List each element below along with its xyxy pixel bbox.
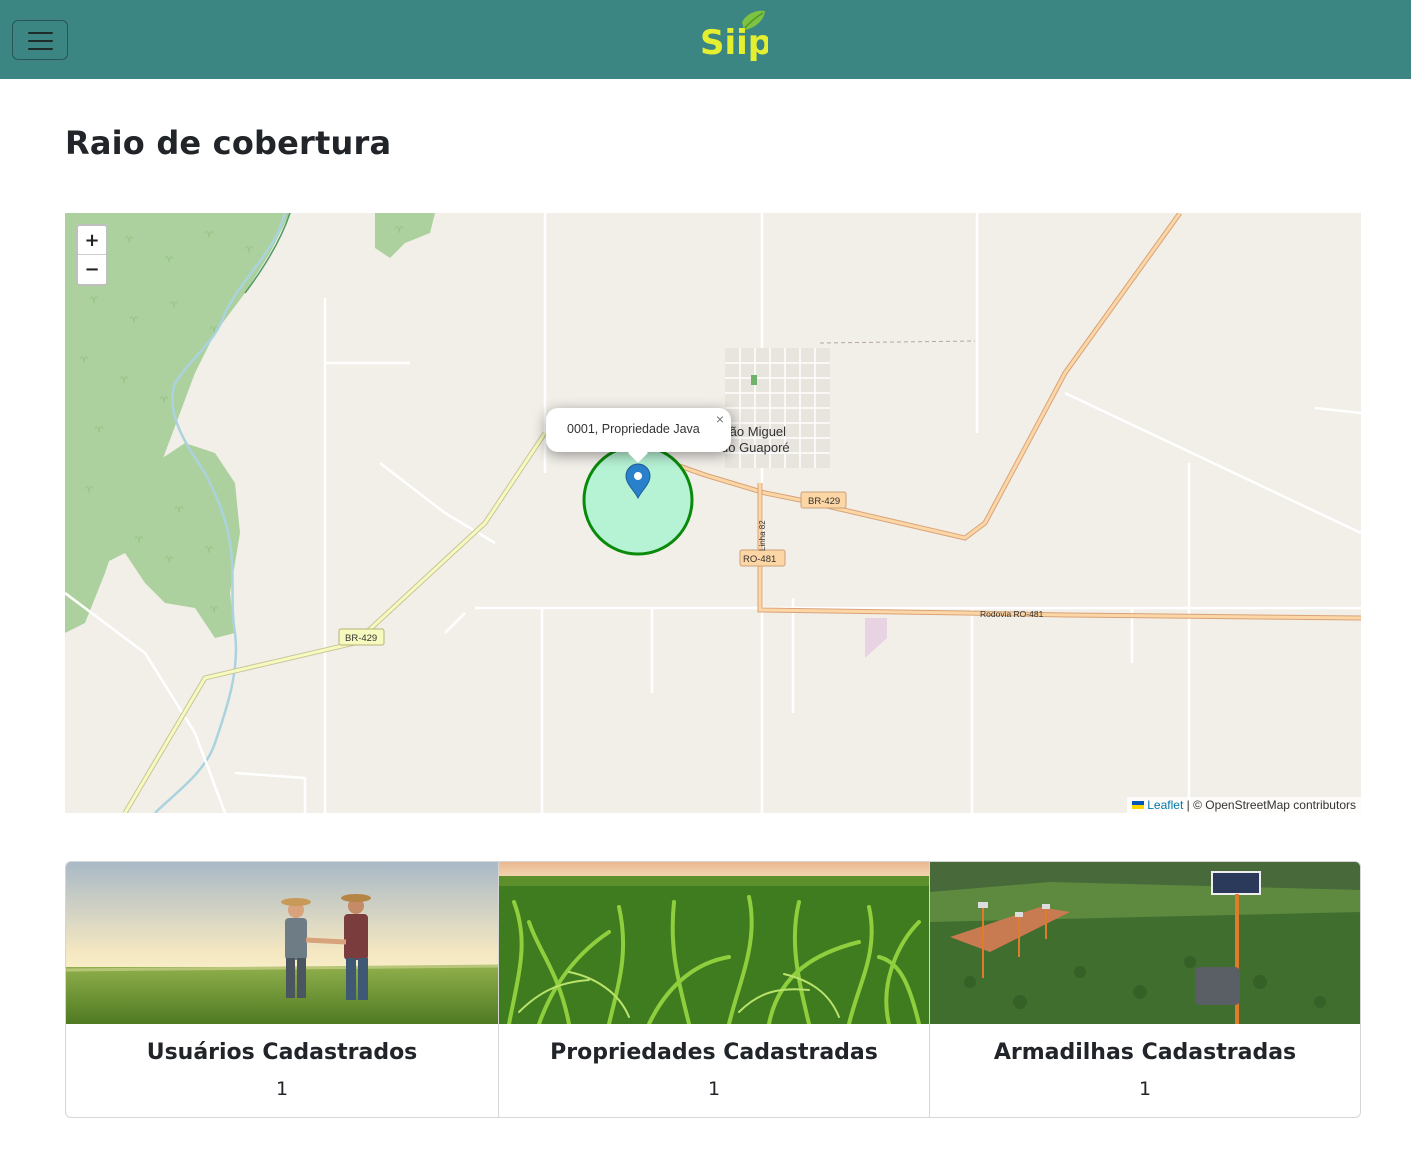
zoom-control: + − (76, 224, 108, 286)
field-traps-image (930, 862, 1360, 1024)
svg-text:♈: ♈ (160, 396, 169, 406)
stat-card-properties[interactable]: Propriedades Cadastradas 1 (498, 862, 929, 1117)
stat-value: 1 (707, 1078, 721, 1100)
road-label: RO-481 (743, 554, 776, 565)
svg-text:♈: ♈ (175, 506, 184, 516)
highway-ro481 (757, 483, 1361, 621)
svg-text:♈: ♈ (205, 546, 214, 556)
corn-field-image (499, 862, 929, 1024)
farmers-handshake-image (66, 862, 498, 1024)
map-tiles[interactable]: ♈♈♈♈♈ ♈♈♈♈ ♈♈♈♈ ♈♈♈♈♈ ♈♈ (65, 213, 1361, 813)
svg-text:♈: ♈ (135, 536, 144, 546)
ukraine-flag-icon (1132, 801, 1145, 809)
stats-cards: Usuários Cadastrados 1 Propriedades Cada… (65, 861, 1361, 1118)
brand-name: Siip (700, 23, 768, 63)
siip-logo[interactable]: Siip (698, 8, 768, 64)
road-label: Linha 82 (758, 520, 767, 551)
svg-text:♈: ♈ (90, 296, 99, 306)
stat-card-users[interactable]: Usuários Cadastrados 1 (66, 862, 498, 1117)
stat-card-traps[interactable]: Armadilhas Cadastradas 1 (929, 862, 1360, 1117)
svg-text:♈: ♈ (170, 301, 179, 311)
coverage-map[interactable]: ♈♈♈♈♈ ♈♈♈♈ ♈♈♈♈ ♈♈♈♈♈ ♈♈ (65, 213, 1361, 813)
svg-text:♈: ♈ (245, 246, 254, 256)
svg-text:♈: ♈ (125, 236, 134, 246)
svg-text:♈: ♈ (120, 376, 129, 386)
svg-text:♈: ♈ (395, 226, 404, 236)
solar-panel (1211, 871, 1261, 895)
page-title: Raio de cobertura (65, 124, 392, 162)
leaflet-link[interactable]: Leaflet (1147, 798, 1183, 812)
stat-value: 1 (275, 1078, 289, 1100)
stat-value: 1 (1138, 1078, 1152, 1100)
top-navbar: Siip (0, 0, 1411, 79)
svg-text:♈: ♈ (130, 316, 139, 326)
stat-title: Armadilhas Cadastradas (993, 1040, 1297, 1065)
stat-title: Propriedades Cadastradas (550, 1040, 878, 1065)
svg-text:♈: ♈ (165, 256, 174, 266)
svg-text:♈: ♈ (85, 486, 94, 496)
road-label: BR-429 (808, 496, 840, 507)
svg-text:♈: ♈ (95, 426, 104, 436)
popup-text: 0001, Propriedade Java (567, 422, 700, 436)
zoom-out-button[interactable]: − (78, 255, 106, 284)
landuse-area (865, 618, 887, 658)
svg-text:♈: ♈ (80, 356, 89, 366)
map-attribution: Leaflet | © OpenStreetMap contributors (1127, 797, 1361, 813)
town-label: do Guaporé (721, 440, 790, 455)
svg-text:♈: ♈ (165, 556, 174, 566)
marker-popup: 0001, Propriedade Java × (546, 408, 731, 463)
forest-area (375, 213, 435, 258)
road-label: Rodovia RO-481 (980, 609, 1044, 619)
popup-close-button[interactable]: × (716, 411, 724, 427)
svg-text:♈: ♈ (210, 606, 219, 616)
osm-attribution-text: | © OpenStreetMap contributors (1183, 798, 1356, 812)
road-label: BR-429 (345, 633, 377, 644)
svg-text:♈: ♈ (205, 231, 214, 241)
menu-toggle-button[interactable] (12, 20, 68, 60)
minor-roads (65, 213, 1361, 813)
zoom-in-button[interactable]: + (78, 226, 106, 255)
stat-title: Usuários Cadastrados (146, 1040, 418, 1065)
